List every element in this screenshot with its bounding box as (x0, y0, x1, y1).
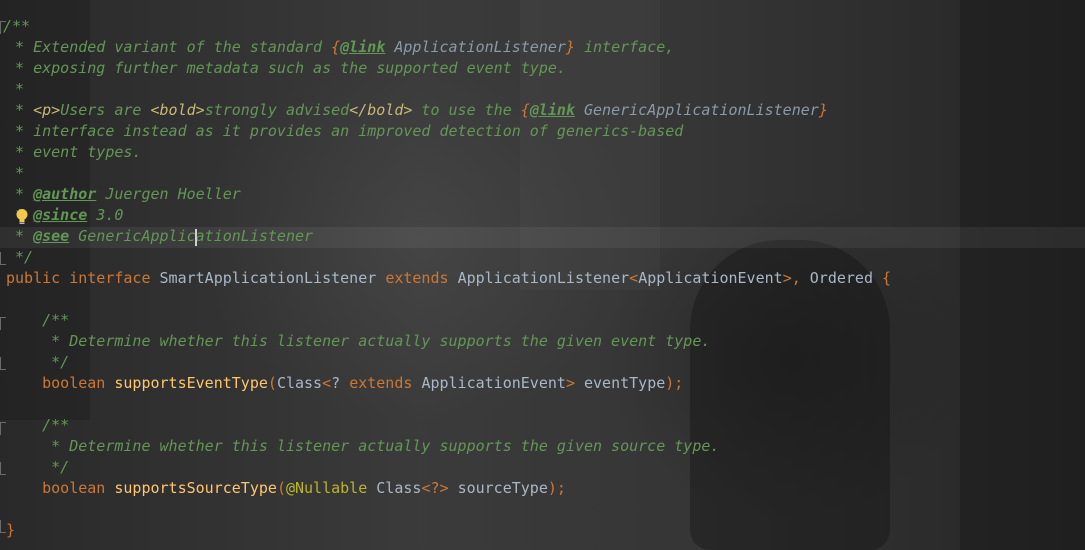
type-reference[interactable]: ApplicationEvent (638, 269, 783, 287)
comment-text: /** (3, 17, 31, 35)
punctuation: < (629, 269, 639, 287)
comment-text: * event types. (6, 143, 142, 161)
comment-brace: { (331, 38, 341, 56)
punctuation: > (782, 269, 792, 287)
parameter-name[interactable]: eventType (584, 374, 665, 392)
code-line[interactable]: /** (6, 310, 69, 331)
code-line[interactable]: /** (3, 16, 30, 37)
punctuation: ); (665, 374, 684, 392)
type-reference[interactable]: Class (376, 479, 421, 497)
doc-reference[interactable]: GenericApplicationListener (575, 101, 819, 119)
code-line[interactable]: /** (6, 415, 69, 436)
code-line[interactable]: * Extended variant of the standard {@lin… (6, 37, 674, 58)
comment-text: * (6, 164, 25, 182)
code-line[interactable]: * Determine whether this listener actual… (6, 436, 719, 457)
comment-brace: } (565, 38, 575, 56)
keyword: public (6, 269, 61, 287)
code-line[interactable]: * Determine whether this listener actual… (6, 331, 710, 352)
comment-text: * Determine whether this listener actual… (6, 332, 711, 350)
method-name[interactable]: supportsSourceType (114, 479, 277, 497)
comment-text: * (6, 227, 34, 245)
doc-tag-author: @author (33, 185, 97, 203)
parameter-name[interactable]: sourceType (458, 479, 548, 497)
comment-text: * interface instead as it provides an im… (6, 122, 684, 140)
annotation[interactable]: @Nullable (286, 479, 367, 497)
code-line[interactable]: */ (6, 247, 33, 268)
html-tag: <p> (33, 101, 61, 119)
comment-text: * exposing further metadata such as the … (6, 59, 566, 77)
background-wallpaper-right (960, 0, 1085, 550)
comment-text: * (6, 80, 25, 98)
code-line[interactable]: * @see GenericApplicationListener (6, 226, 313, 247)
code-line[interactable]: */ (6, 457, 69, 478)
punctuation: < (322, 374, 332, 392)
code-line[interactable]: */ (6, 352, 69, 373)
keyword: extends (385, 269, 449, 287)
keyword: extends (349, 374, 413, 392)
code-line[interactable]: * <p>Users are <bold>strongly advised</b… (6, 100, 828, 121)
comment-text: */ (6, 353, 70, 371)
comment-text: 3.0 (87, 206, 124, 224)
punctuation: , (791, 269, 801, 287)
code-line[interactable]: } (6, 520, 15, 541)
comment-text: strongly advised (204, 101, 350, 119)
comment-text: * Extended variant of the standard (6, 38, 332, 56)
code-line[interactable]: * exposing further metadata such as the … (6, 58, 566, 79)
doc-tag-link[interactable]: @link (530, 101, 575, 119)
comment-text: GenericApplicationListener (69, 227, 314, 245)
comment-text: */ (6, 248, 34, 266)
code-line[interactable]: public interface SmartApplicationListene… (6, 268, 891, 289)
brace: { (882, 269, 892, 287)
code-editor[interactable]: /** * Extended variant of the standard {… (0, 0, 1085, 550)
type-reference[interactable]: Class (277, 374, 322, 392)
code-line[interactable]: * event types. (6, 142, 141, 163)
interface-name[interactable]: SmartApplicationListener (160, 269, 377, 287)
code-line[interactable]: * (6, 79, 24, 100)
keyword: boolean (42, 374, 106, 392)
comment-text: * (6, 185, 34, 203)
code-line[interactable]: boolean supportsEventType(Class<? extend… (6, 373, 683, 394)
method-name[interactable]: supportsEventType (114, 374, 268, 392)
keyword: boolean (42, 479, 106, 497)
doc-reference[interactable]: ApplicationListener (385, 38, 566, 56)
comment-text: interface, (574, 38, 675, 56)
html-tag: <bold> (150, 101, 205, 119)
doc-tag-since: @since (33, 206, 88, 224)
punctuation: ); (547, 479, 566, 497)
punctuation: <?> (421, 479, 449, 497)
type-reference[interactable]: Ordered (810, 269, 873, 287)
comment-text: */ (6, 458, 70, 476)
type-reference[interactable]: ApplicationEvent (421, 374, 566, 392)
doc-tag-see: @see (33, 227, 70, 245)
punctuation: ( (276, 479, 286, 497)
code-line[interactable]: * interface instead as it provides an im… (6, 121, 683, 142)
comment-text: Juergen Hoeller (96, 185, 241, 203)
comment-text: /** (6, 311, 70, 329)
comment-text: /** (6, 416, 70, 434)
comment-text: * (6, 101, 34, 119)
comment-text: Users are (60, 101, 151, 119)
code-line[interactable]: * @author Juergen Hoeller (6, 184, 241, 205)
comment-brace: { (520, 101, 530, 119)
type-reference[interactable]: ApplicationListener (458, 269, 630, 287)
lightbulb-icon[interactable] (15, 208, 29, 226)
comment-text: * Determine whether this listener actual… (6, 437, 720, 455)
brace: } (6, 521, 16, 539)
wildcard: ? (331, 374, 341, 392)
code-line[interactable]: boolean supportsSourceType(@Nullable Cla… (6, 478, 566, 499)
comment-text: to use the (412, 101, 521, 119)
html-tag: </bold> (349, 101, 413, 119)
code-line[interactable]: * (6, 163, 24, 184)
keyword: interface (69, 269, 151, 287)
doc-tag-link[interactable]: @link (340, 38, 385, 56)
punctuation: ( (267, 374, 277, 392)
comment-brace: } (818, 101, 828, 119)
punctuation: > (565, 374, 575, 392)
text-caret (195, 229, 197, 246)
